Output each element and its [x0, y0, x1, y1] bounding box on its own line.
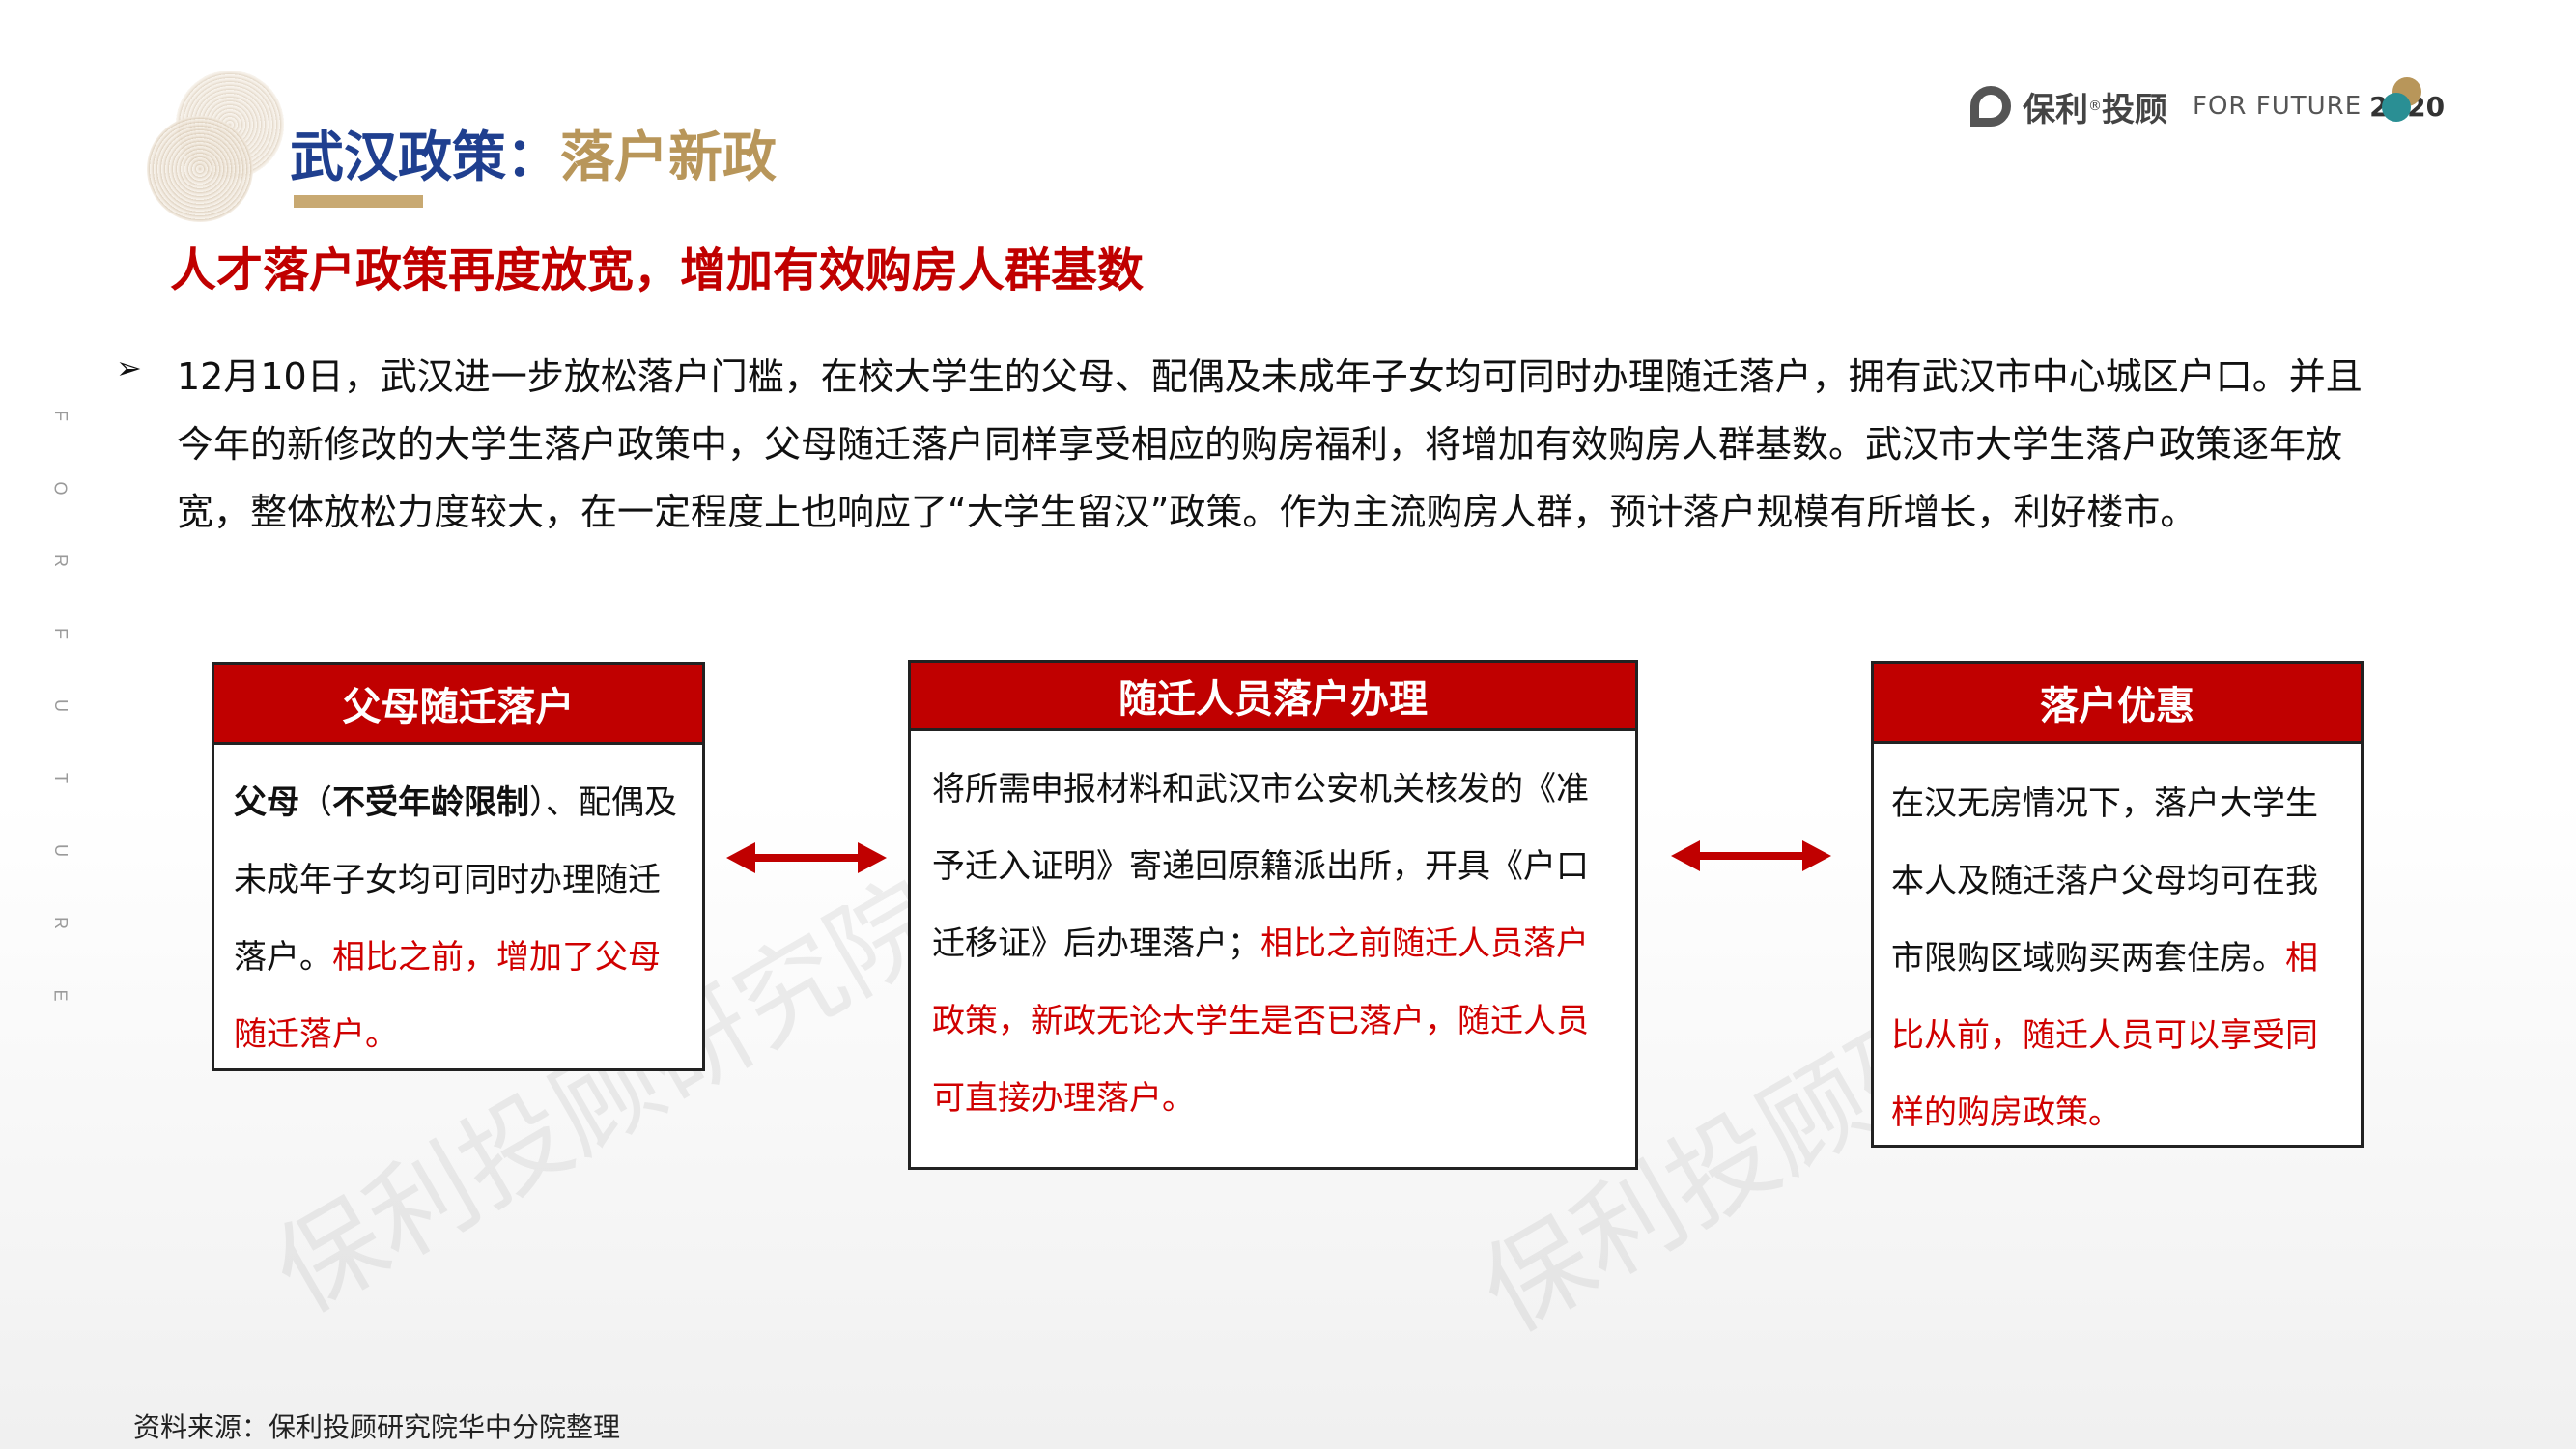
policy-box-parents: 父母随迁落户 父母（不受年龄限制）、配偶及未成年子女均可同时办理随迁落户。相比之… — [212, 662, 705, 1071]
policy-box-process: 随迁人员落户办理 将所需申报材料和武汉市公安机关核发的《准予迁入证明》寄递回原籍… — [908, 660, 1638, 1170]
side-letter: F — [50, 628, 71, 639]
title-main: 武汉政策 — [290, 127, 506, 189]
logo-tagline: FOR FUTURE — [2193, 92, 2363, 121]
side-letter: O — [50, 481, 71, 496]
body-paragraph: 12月10日，武汉进一步放松落户门槛，在校大学生的父母、配偶及未成年子女均可同时… — [177, 355, 2363, 533]
side-letter: F — [50, 411, 71, 421]
box-body: 在汉无房情况下，落户大学生本人及随迁落户父母均可在我市限购区域购买两套住房。相比… — [1874, 744, 2361, 1151]
box-title: 父母随迁落户 — [214, 665, 702, 745]
title-separator: ： — [506, 127, 560, 189]
box-text: （ — [299, 783, 332, 822]
page-title: 武汉政策：落户新政 — [290, 114, 777, 192]
side-letter: U — [50, 699, 71, 712]
brand-logo: 保利®投顾 FOR FUTURE 2020 — [1970, 77, 2445, 135]
subtitle: 人才落户政策再度放宽，增加有效购房人群基数 — [170, 243, 1145, 298]
box-text: 在汉无房情况下，落户大学生本人及随迁落户父母均可在我市限购区域购买两套住房。 — [1891, 784, 2318, 978]
source-note: 资料来源：保利投顾研究院华中分院整理 — [133, 1411, 621, 1443]
logo-registered-mark: ® — [2088, 99, 2102, 114]
side-letter: E — [50, 989, 71, 1002]
decorative-disc — [147, 116, 253, 222]
double-arrow-icon — [726, 842, 887, 873]
box-text-bold: 不受年龄限制 — [332, 783, 529, 822]
box-title: 随迁人员落户办理 — [911, 663, 1635, 731]
policy-box-benefits: 落户优惠 在汉无房情况下，落户大学生本人及随迁落户父母均可在我市限购区域购买两套… — [1871, 661, 2364, 1148]
side-vertical-text: F O R F U T U R E — [50, 406, 70, 1058]
title-underline — [294, 195, 423, 208]
bullet-icon: ➢ — [116, 350, 142, 386]
side-letter: T — [50, 773, 71, 783]
box-title: 落户优惠 — [1874, 664, 2361, 744]
box-body: 父母（不受年龄限制）、配偶及未成年子女均可同时办理随迁落户。相比之前，增加了父母… — [214, 745, 702, 1073]
double-arrow-icon — [1671, 840, 1831, 871]
side-letter: R — [50, 554, 71, 567]
logo-p-icon — [1970, 86, 2011, 127]
title-sub: 落户新政 — [560, 127, 777, 189]
side-letter: R — [50, 917, 71, 929]
logo-dot-icon — [2382, 93, 2411, 122]
logo-name2: 投顾 — [2102, 90, 2167, 129]
box-text-bold: 父母 — [234, 783, 299, 822]
side-letter: U — [50, 844, 71, 857]
box-body: 将所需申报材料和武汉市公安机关核发的《准予迁入证明》寄递回原籍派出所，开具《户口… — [911, 731, 1635, 1137]
box-text: ） — [529, 783, 546, 822]
logo-name: 保利 — [2023, 90, 2088, 129]
